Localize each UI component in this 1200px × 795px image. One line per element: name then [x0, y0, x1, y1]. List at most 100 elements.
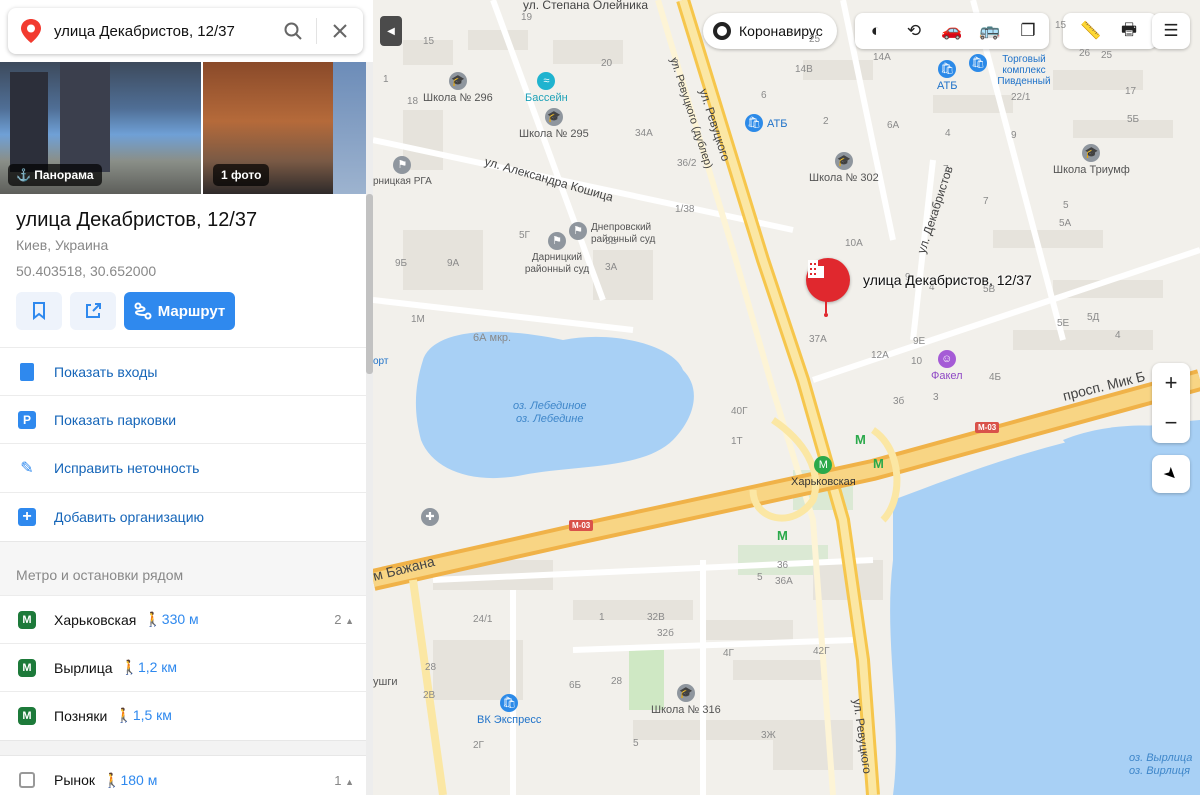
poi-rga[interactable]: ⚑ рницкая РГА	[373, 156, 432, 187]
stop-count[interactable]: 1 ▲	[334, 773, 354, 788]
lake-label: оз. Вырлица оз. Вирлиця	[1129, 752, 1193, 777]
close-icon[interactable]	[317, 8, 363, 54]
house-number: 1	[599, 612, 605, 623]
poi-church[interactable]: ✚	[421, 508, 439, 528]
house-number: 24/1	[473, 614, 493, 625]
flag-icon: ⚑	[548, 232, 566, 250]
highway-shield: M-03	[569, 520, 594, 531]
metro-icon: M	[873, 456, 884, 471]
yandex-maps-logo[interactable]	[8, 18, 54, 44]
walk-icon: 🚶	[120, 659, 138, 675]
house-number: 32В	[647, 612, 665, 623]
poi-school[interactable]: 🎓 Школа № 302	[809, 152, 879, 184]
poi-shop[interactable]: 🛍 АТБ	[937, 60, 957, 92]
panorama-icon: ⚓	[16, 168, 35, 182]
poi-shop[interactable]: 🛍 АТБ	[745, 114, 787, 134]
metro-icon: M	[18, 658, 36, 677]
metro-stop-item[interactable]: M Позняки 🚶1,5 км	[0, 691, 366, 739]
carsharing-icon[interactable]: 🚗	[933, 14, 971, 48]
house-number: 5А	[1059, 218, 1072, 229]
sidebar: улица Декабристов, 12/37 ⚓ Панорама 1 фо…	[0, 0, 373, 795]
house-number: 26	[1079, 48, 1091, 59]
bus-stop-item[interactable]: Рынок 🚶180 м 1 ▲	[0, 756, 366, 795]
search-icon[interactable]	[270, 8, 316, 54]
poi-shop[interactable]: 🛍 ВК Экспресс	[477, 694, 541, 726]
traffic-icon[interactable]: ◐	[857, 14, 895, 48]
house-number: 4Г	[723, 648, 734, 659]
map-canvas[interactable]: ◀ Коронавирус ◐ ⟲ 🚗 🚌 ❐ 📏 🖶 ☰ + − ➤ ул. …	[373, 0, 1200, 795]
search-box: улица Декабристов, 12/37	[8, 8, 363, 54]
house-number: 2В	[423, 690, 436, 701]
action-show-entrances[interactable]: Показать входы	[0, 347, 366, 395]
place-coordinates[interactable]: 50.403518, 30.652000	[16, 263, 156, 279]
poi-school[interactable]: 🎓 Школа Триумф	[1053, 144, 1130, 176]
bookmark-icon	[33, 302, 45, 320]
house-number: 25	[809, 34, 821, 45]
menu-icon: ☰	[1163, 21, 1179, 40]
bus-stop-icon	[19, 772, 35, 788]
sidebar-scrollbar-track[interactable]	[366, 62, 373, 795]
school-icon: 🎓	[676, 684, 695, 702]
ruler-icon[interactable]: 📏	[1072, 14, 1110, 48]
sidebar-scrollbar-thumb[interactable]	[366, 194, 373, 374]
house-number: 1М	[411, 314, 425, 325]
panorama-tag: ⚓ Панорама	[8, 164, 102, 186]
plus-icon: +	[18, 507, 36, 526]
poi-school[interactable]: 🎓 Школа № 296	[423, 72, 493, 104]
metro-icon: M	[855, 432, 866, 447]
print-icon[interactable]: 🖶	[1110, 14, 1148, 48]
entrances-icon	[20, 362, 34, 381]
menu-button[interactable]: ☰	[1152, 13, 1190, 49]
metro-stop-item[interactable]: M Вырлица 🚶1,2 км	[0, 643, 366, 691]
house-number: 3	[933, 392, 939, 403]
panorama-layer-icon[interactable]: ⟲	[895, 14, 933, 48]
house-number: 2Г	[473, 740, 484, 751]
marker-dot	[824, 313, 828, 317]
action-show-parking[interactable]: P Показать парковки	[0, 395, 366, 443]
location-marker[interactable]	[806, 258, 850, 302]
layers-icon[interactable]: ❐	[1009, 14, 1047, 48]
tool-controls: 📏 🖶	[1063, 13, 1157, 49]
school-icon: 🎓	[544, 108, 563, 126]
house-number: 36	[777, 560, 789, 571]
marker-label: улица Декабристов, 12/37	[863, 272, 1032, 288]
walk-distance: 🚶180 м	[103, 771, 158, 788]
house-number: 3А	[605, 262, 618, 273]
house-number: 3Ж	[761, 730, 776, 741]
house-number: 4Б	[989, 372, 1002, 383]
street-photo[interactable]: 1 фото	[203, 62, 373, 194]
route-icon	[134, 302, 152, 320]
my-location-button[interactable]: ➤	[1152, 455, 1190, 493]
action-label: Показать парковки	[54, 411, 177, 428]
school-icon: 🎓	[1082, 144, 1101, 162]
stop-count[interactable]: 2 ▲	[334, 612, 354, 627]
poi-pool[interactable]: ≈ Бассейн	[525, 72, 568, 104]
house-number: 32б	[657, 628, 674, 639]
building-icon	[808, 260, 824, 278]
action-report-error[interactable]: ✎ Исправить неточность	[0, 443, 366, 491]
zoom-out-button[interactable]: −	[1152, 403, 1190, 443]
transit-icon[interactable]: 🚌	[971, 14, 1009, 48]
metro-stop-item[interactable]: M Харьковская 🚶330 м 2 ▲	[0, 595, 366, 643]
house-number: 34А	[635, 128, 653, 139]
house-number: 9Е	[913, 336, 926, 347]
search-input[interactable]: улица Декабристов, 12/37	[54, 23, 270, 40]
walk-distance: 🚶1,5 км	[115, 707, 172, 723]
action-add-organization[interactable]: + Добавить организацию	[0, 492, 366, 540]
collapse-sidebar-button[interactable]: ◀	[380, 16, 402, 46]
share-button[interactable]	[70, 292, 116, 330]
poi-fakel[interactable]: ☺ Факел	[931, 350, 963, 382]
poi-school[interactable]: 🎓 Школа № 295	[519, 108, 589, 140]
poi-school[interactable]: 🎓 Школа № 316	[651, 684, 721, 716]
house-number: 5Б	[1127, 114, 1140, 125]
house-number: 3	[673, 58, 679, 69]
shop-icon: 🛍	[745, 114, 763, 132]
panorama-photo[interactable]: ⚓ Панорама	[0, 62, 201, 194]
zoom-in-button[interactable]: +	[1152, 363, 1190, 403]
poi-metro-kharkovskaya[interactable]: M Харьковская	[791, 456, 856, 488]
poi-mall[interactable]: 🛍 Торговый комплекс Пивденный	[969, 54, 1057, 87]
flag-icon: ⚑	[393, 156, 412, 174]
photo-strip: ⚓ Панорама 1 фото	[0, 62, 373, 194]
route-button[interactable]: Маршрут	[124, 292, 235, 330]
bookmark-button[interactable]	[16, 292, 62, 330]
